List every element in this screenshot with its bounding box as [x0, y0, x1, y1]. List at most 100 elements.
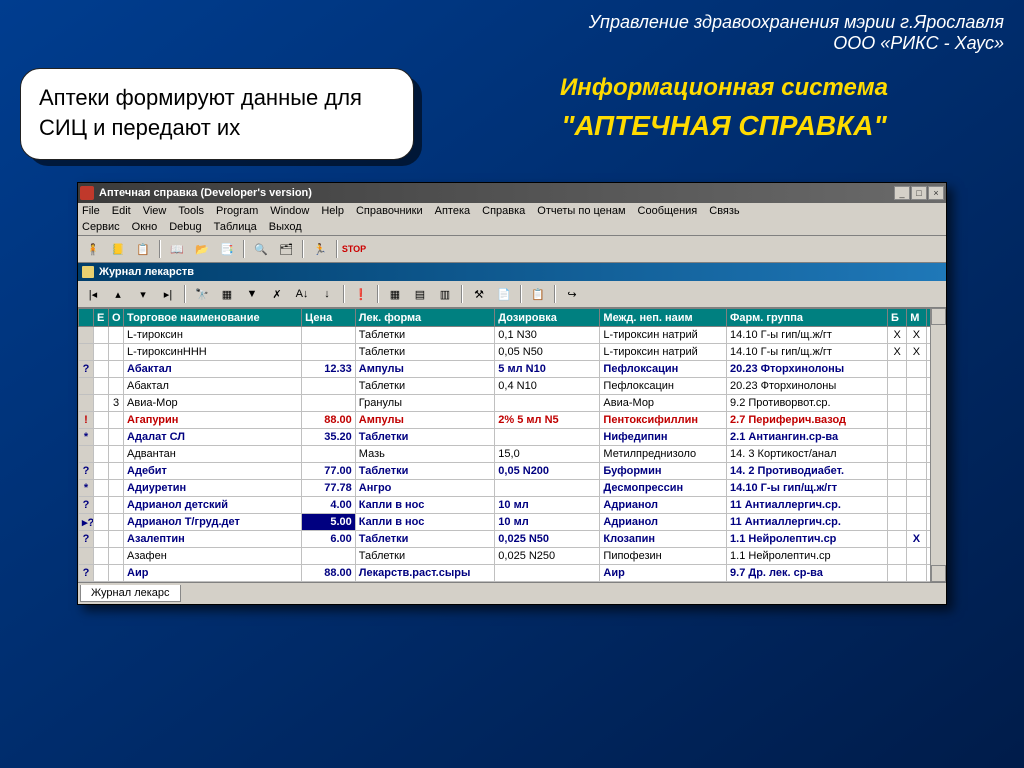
- cell-grp[interactable]: 9.7 Др. лек. ср-ва: [727, 565, 888, 582]
- menu-item[interactable]: Окно: [132, 221, 158, 233]
- cell-price[interactable]: [302, 395, 356, 412]
- cell-dose[interactable]: 0,025 N50: [495, 531, 600, 548]
- cell-dose[interactable]: [495, 429, 600, 446]
- cell-b[interactable]: [887, 412, 906, 429]
- cell-inn[interactable]: Метилпреднизоло: [600, 446, 727, 463]
- cell-b[interactable]: Х: [887, 344, 906, 361]
- cell-e[interactable]: [94, 429, 109, 446]
- cell-inn[interactable]: Пефлоксацин: [600, 378, 727, 395]
- cell-form[interactable]: Таблетки: [355, 548, 494, 565]
- cell-price[interactable]: [302, 548, 356, 565]
- cell-o[interactable]: [109, 327, 124, 344]
- cell-form[interactable]: Таблетки: [355, 327, 494, 344]
- stop-button[interactable]: STOP: [343, 239, 365, 259]
- cell-e[interactable]: [94, 497, 109, 514]
- cell-o[interactable]: [109, 548, 124, 565]
- cell-e[interactable]: [94, 412, 109, 429]
- cell-inn[interactable]: Пипофезин: [600, 548, 727, 565]
- toolbar-icon[interactable]: 🏃: [309, 239, 331, 259]
- nav-last-icon[interactable]: ▸|: [157, 284, 179, 304]
- cell-grp[interactable]: 9.2 Противорвот.ср.: [727, 395, 888, 412]
- cell-m[interactable]: [907, 378, 926, 395]
- status-tab[interactable]: Журнал лекарс: [80, 585, 181, 602]
- cell-m[interactable]: Х: [907, 344, 926, 361]
- toolbar-icon[interactable]: 📒: [107, 239, 129, 259]
- cell-mark[interactable]: ?: [79, 565, 94, 582]
- cell-grp[interactable]: 1.1 Нейролептич.ср: [727, 548, 888, 565]
- cell-form[interactable]: Ампулы: [355, 361, 494, 378]
- cell-grp[interactable]: 14. 3 Кортикост/анал: [727, 446, 888, 463]
- cell-form[interactable]: Гранулы: [355, 395, 494, 412]
- cell-mark[interactable]: ?: [79, 361, 94, 378]
- cell-dose[interactable]: 5 мл N10: [495, 361, 600, 378]
- cell-mark[interactable]: ?: [79, 497, 94, 514]
- cell-form[interactable]: Мазь: [355, 446, 494, 463]
- cell-mark[interactable]: ▸?: [79, 514, 94, 531]
- cell-o[interactable]: [109, 480, 124, 497]
- data-grid[interactable]: Е О Торговое наименование Цена Лек. форм…: [78, 308, 946, 582]
- cell-name[interactable]: Адебит: [124, 463, 302, 480]
- menu-item[interactable]: Window: [270, 205, 309, 217]
- cell-dose[interactable]: 0,025 N250: [495, 548, 600, 565]
- cell-m[interactable]: [907, 514, 926, 531]
- cell-price[interactable]: 35.20: [302, 429, 356, 446]
- nav-down-icon[interactable]: ▾: [132, 284, 154, 304]
- cell-m[interactable]: [907, 463, 926, 480]
- table-row[interactable]: АзафенТаблетки0,025 N250Пипофезин1.1 Ней…: [79, 548, 946, 565]
- cell-o[interactable]: [109, 463, 124, 480]
- toolbar-icon[interactable]: 🗂: [275, 239, 297, 259]
- cell-e[interactable]: [94, 378, 109, 395]
- find-icon[interactable]: 🔭: [191, 284, 213, 304]
- cell-name[interactable]: Адалат СЛ: [124, 429, 302, 446]
- table-row[interactable]: АдвантанМазь15,0Метилпреднизоло14. 3 Кор…: [79, 446, 946, 463]
- cell-m[interactable]: Х: [907, 531, 926, 548]
- menu-item[interactable]: Таблица: [214, 221, 257, 233]
- cell-e[interactable]: [94, 361, 109, 378]
- col-price[interactable]: Цена: [302, 309, 356, 327]
- toolbar-icon[interactable]: 📑: [216, 239, 238, 259]
- cell-price[interactable]: [302, 378, 356, 395]
- cell-grp[interactable]: 11 Антиаллергич.ср.: [727, 514, 888, 531]
- cell-e[interactable]: [94, 395, 109, 412]
- cell-e[interactable]: [94, 565, 109, 582]
- cell-e[interactable]: [94, 548, 109, 565]
- col-o[interactable]: О: [109, 309, 124, 327]
- cell-name[interactable]: Абактал: [124, 378, 302, 395]
- cell-o[interactable]: [109, 497, 124, 514]
- cell-e[interactable]: [94, 446, 109, 463]
- cell-mark[interactable]: ?: [79, 531, 94, 548]
- table-row[interactable]: L-тироксинТаблетки0,1 N30L-тироксин натр…: [79, 327, 946, 344]
- cell-b[interactable]: [887, 497, 906, 514]
- col-grp[interactable]: Фарм. группа: [727, 309, 888, 327]
- cell-grp[interactable]: 20.23 Фторхинолоны: [727, 361, 888, 378]
- cell-dose[interactable]: 15,0: [495, 446, 600, 463]
- cell-mark[interactable]: [79, 344, 94, 361]
- cell-name[interactable]: Азалептин: [124, 531, 302, 548]
- cell-form[interactable]: Таблетки: [355, 463, 494, 480]
- cell-price[interactable]: [302, 344, 356, 361]
- cell-inn[interactable]: Авиа-Мор: [600, 395, 727, 412]
- cell-name[interactable]: L-тироксин: [124, 327, 302, 344]
- cell-inn[interactable]: Десмопрессин: [600, 480, 727, 497]
- cell-b[interactable]: [887, 361, 906, 378]
- toolbar-icon[interactable]: 🧍: [82, 239, 104, 259]
- cell-mark[interactable]: [79, 548, 94, 565]
- cell-o[interactable]: [109, 344, 124, 361]
- toolbar-icon[interactable]: 📂: [191, 239, 213, 259]
- vertical-scrollbar[interactable]: [930, 308, 946, 582]
- cell-b[interactable]: [887, 480, 906, 497]
- cell-b[interactable]: [887, 446, 906, 463]
- cell-mark[interactable]: ?: [79, 463, 94, 480]
- cell-form[interactable]: Ампулы: [355, 412, 494, 429]
- cell-dose[interactable]: 10 мл: [495, 514, 600, 531]
- nav-first-icon[interactable]: |◂: [82, 284, 104, 304]
- menu-item[interactable]: Program: [216, 205, 258, 217]
- sort-asc-icon[interactable]: A↓: [291, 284, 313, 304]
- doc-icon[interactable]: 📄: [493, 284, 515, 304]
- cell-o[interactable]: [109, 361, 124, 378]
- cell-grp[interactable]: 14.10 Г-ы гип/щ.ж/гт: [727, 480, 888, 497]
- cell-mark[interactable]: [79, 446, 94, 463]
- cell-name[interactable]: Авиа-Мор: [124, 395, 302, 412]
- cell-inn[interactable]: Аир: [600, 565, 727, 582]
- cell-dose[interactable]: [495, 395, 600, 412]
